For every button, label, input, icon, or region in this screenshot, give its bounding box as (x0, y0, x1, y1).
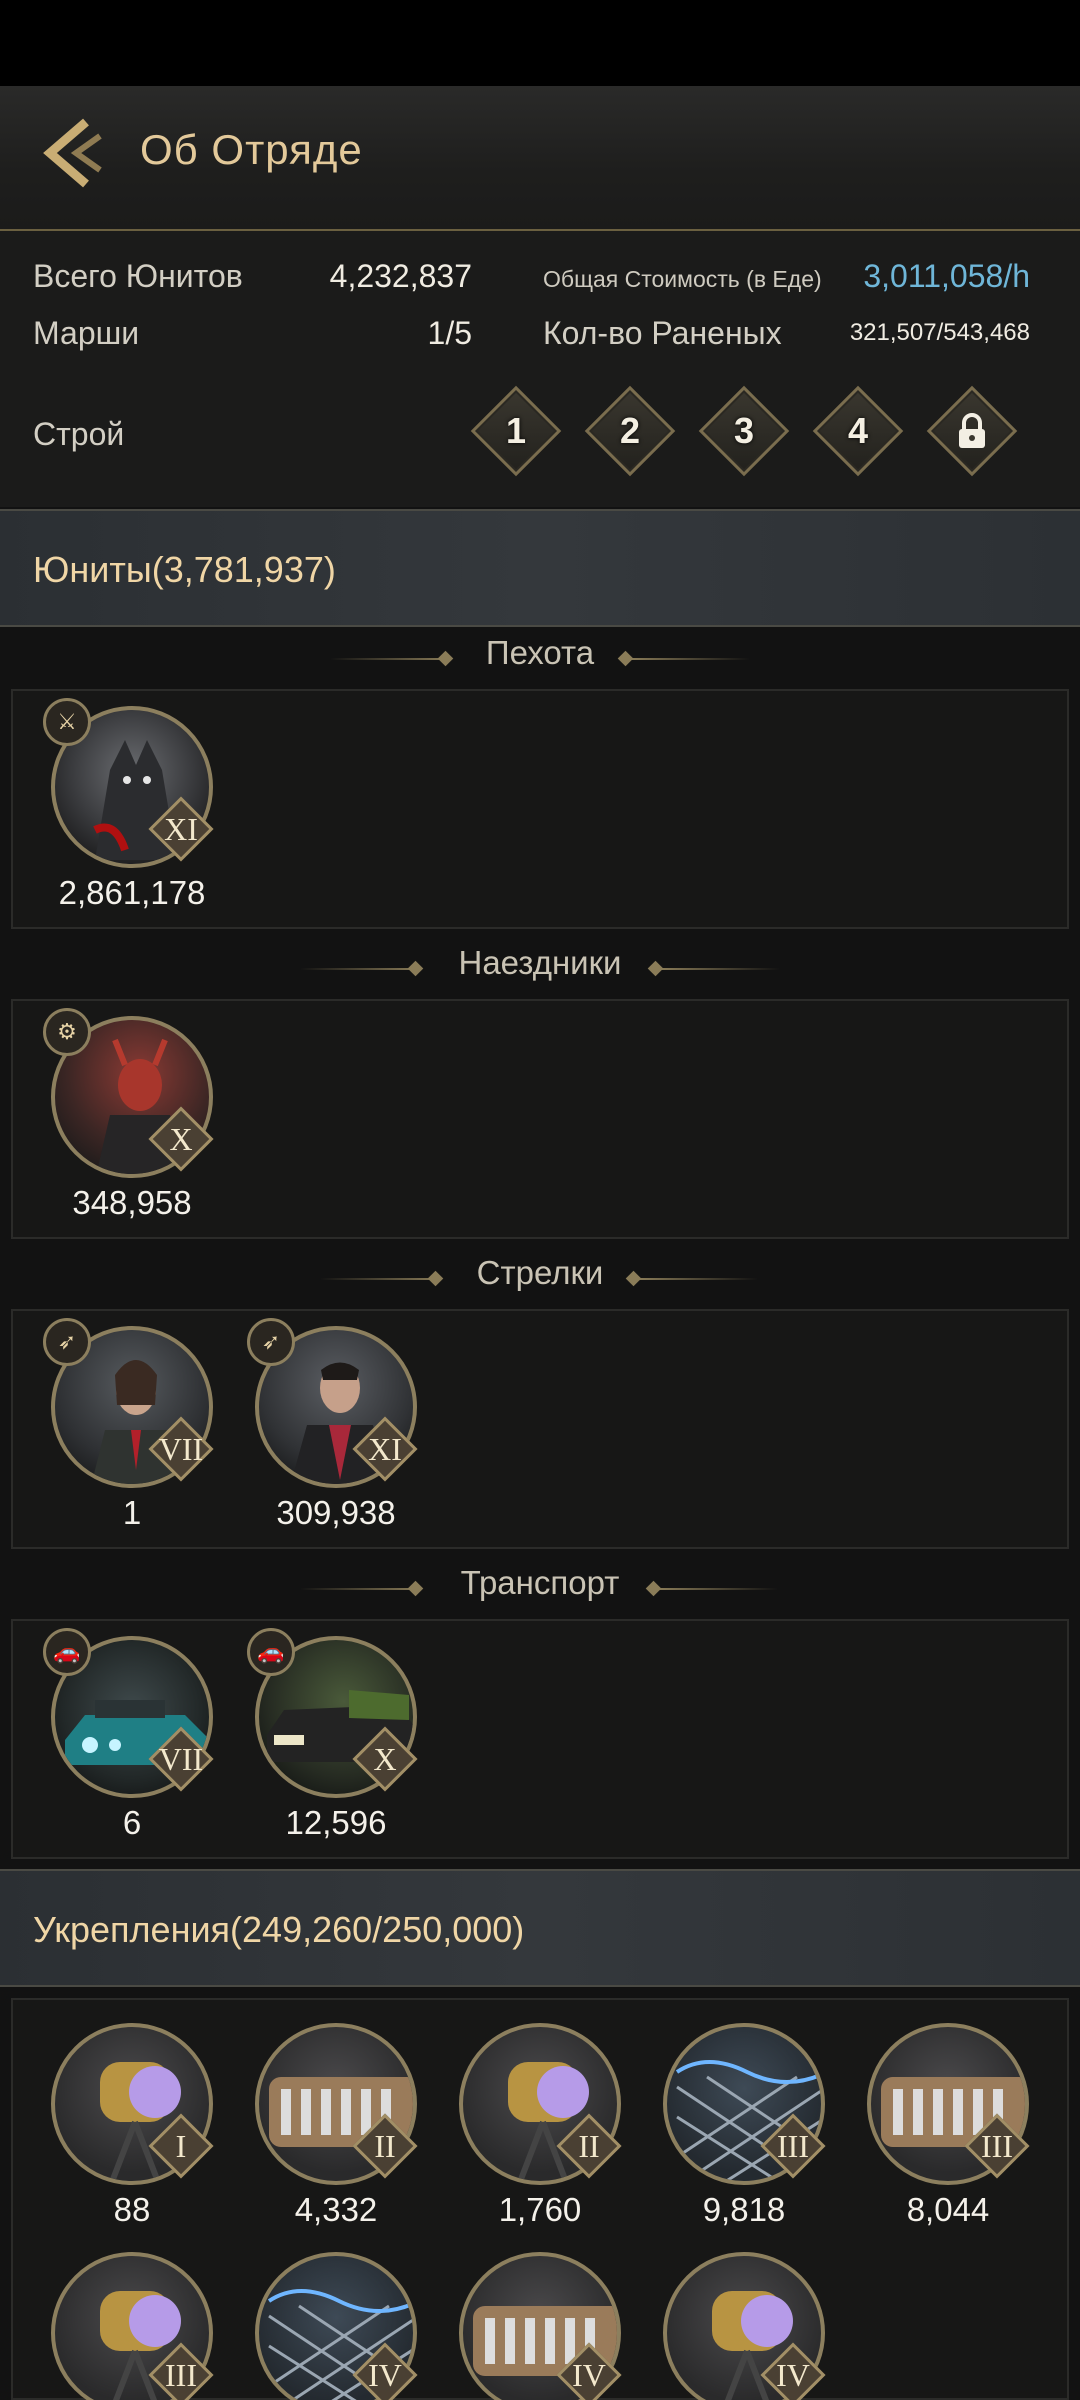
fort-card-searchlight-ii[interactable]: II 1,760 (451, 2015, 622, 2245)
fort-card-barricade-iii[interactable]: III 8,044 (859, 2015, 1030, 2245)
formation-locked-button[interactable] (926, 385, 1018, 477)
chevron-left-icon (43, 118, 102, 188)
formation-label: Строй (33, 416, 125, 452)
fort-card-searchlight-i[interactable]: I 88 (43, 2015, 214, 2245)
fort-card-searchlight-iv[interactable]: IV (655, 2244, 826, 2400)
wounded-value: 321,507/543,468 (849, 319, 1030, 346)
unit-count: 8,044 (906, 2191, 990, 2228)
unit-card-vehicle-x[interactable]: 🚗 X 12,596 (247, 1628, 418, 1858)
category-title-riders: Наездники (0, 944, 1080, 994)
formation-4-button[interactable]: 4 (812, 385, 904, 477)
unit-count: 1 (122, 1494, 142, 1531)
unit-count: 4,332 (294, 2191, 378, 2228)
fort-card-barricade-iv[interactable]: IV (451, 2244, 622, 2400)
lock-icon (959, 413, 985, 448)
shooter-icon: ➶ (43, 1318, 91, 1366)
unit-count: 348,958 (72, 1184, 192, 1221)
fort-card-wire-fence-iii[interactable]: III 9,818 (655, 2015, 826, 2245)
marches-label: Марши (33, 315, 140, 351)
unit-count: 6 (122, 1804, 142, 1841)
shooter-icon: ➶ (247, 1318, 295, 1366)
unit-card-infantry-xi[interactable]: ⚔ XI 2,861,178 (43, 698, 214, 928)
unit-count: 88 (113, 2191, 151, 2228)
vehicle-icon: 🚗 (247, 1628, 295, 1676)
total-units-value: 4,232,837 (329, 258, 472, 294)
formation-2-button[interactable]: 2 (584, 385, 676, 477)
wounded-label: Кол-во Раненых (543, 315, 782, 351)
unit-card-rider-x[interactable]: ⚙ X 348,958 (43, 1008, 214, 1238)
unit-count: 9,818 (702, 2191, 786, 2228)
total-cost-label: Общая Стоимость (в Еде) (543, 266, 822, 292)
rider-icon: ⚙ (43, 1008, 91, 1056)
marches-value: 1/5 (427, 315, 472, 351)
unit-card-shooter-vii[interactable]: ➶ VII 1 (43, 1318, 214, 1548)
category-title-transport: Транспорт (0, 1564, 1080, 1614)
unit-count: 309,938 (276, 1494, 396, 1531)
fort-card-barricade-ii[interactable]: II 4,332 (247, 2015, 418, 2245)
vehicle-icon: 🚗 (43, 1628, 91, 1676)
infantry-icon: ⚔ (43, 698, 91, 746)
fort-card-searchlight-iii[interactable]: III (43, 2244, 214, 2400)
formation-1-button[interactable]: 1 (470, 385, 562, 477)
category-title-shooters: Стрелки (0, 1254, 1080, 1304)
unit-count: 12,596 (285, 1804, 387, 1841)
status-bar (0, 0, 1080, 86)
back-button[interactable] (40, 116, 110, 191)
units-section-header: Юниты(3,781,937) (0, 509, 1080, 627)
unit-count: 2,861,178 (58, 874, 206, 911)
unit-card-shooter-xi[interactable]: ➶ XI 309,938 (247, 1318, 418, 1548)
total-units-label: Всего Юнитов (33, 258, 243, 294)
total-cost-value: 3,011,058/h (863, 258, 1030, 294)
header: Об Отряде (0, 86, 1080, 231)
unit-card-vehicle-vii[interactable]: 🚗 VII 6 (43, 1628, 214, 1858)
category-title-infantry: Пехота (0, 634, 1080, 684)
unit-count: 1,760 (498, 2191, 582, 2228)
page-title: Об Отряде (140, 126, 363, 173)
formation-3-button[interactable]: 3 (698, 385, 790, 477)
fortifications-section-header: Укрепления(249,260/250,000) (0, 1869, 1080, 1987)
fort-card-wire-fence-iv[interactable]: IV (247, 2244, 418, 2400)
